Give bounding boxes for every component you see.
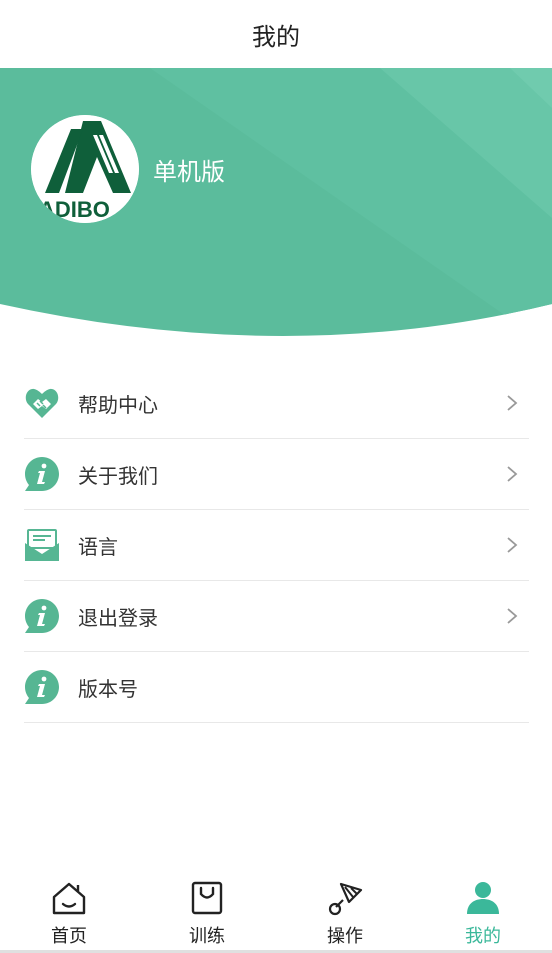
home-icon — [52, 882, 86, 915]
bag-icon — [191, 881, 223, 915]
handshake-heart-icon — [24, 385, 60, 421]
menu-item-language[interactable]: 语言 — [24, 510, 529, 581]
chevron-right-icon — [507, 608, 518, 624]
info-bubble-icon — [24, 456, 60, 492]
svg-text:ADIBO: ADIBO — [39, 197, 110, 222]
bottom-tab-bar: 首页 训练 操作 我的 — [0, 868, 552, 953]
profile-info[interactable]: ADIBO 单机版 — [31, 115, 225, 223]
menu-item-version[interactable]: 版本号 — [24, 652, 529, 723]
profile-header: ADIBO 单机版 — [0, 68, 552, 348]
app-screen: 我的 ADIBO 单机版 帮助中心 关于我们 语言 退出登录 版本号 首页 训练… — [0, 0, 552, 953]
chevron-right-icon — [507, 537, 518, 553]
tab-label: 首页 — [51, 926, 87, 947]
menu-item-about-us[interactable]: 关于我们 — [24, 439, 529, 510]
tab-label: 我的 — [465, 926, 501, 947]
tab-label: 操作 — [327, 926, 363, 947]
adibo-logo: ADIBO — [31, 115, 139, 223]
title-bar: 我的 — [0, 0, 552, 68]
menu-item-label: 语言 — [78, 534, 118, 559]
menu-item-help-center[interactable]: 帮助中心 — [24, 368, 529, 439]
menu-item-label: 退出登录 — [78, 605, 158, 630]
envelope-message-icon — [24, 527, 60, 563]
tab-training[interactable]: 训练 — [138, 868, 276, 953]
chevron-right-icon — [507, 395, 518, 411]
tab-operation[interactable]: 操作 — [276, 868, 414, 953]
username: 单机版 — [153, 157, 225, 186]
tab-label: 训练 — [189, 926, 225, 947]
menu-item-logout[interactable]: 退出登录 — [24, 581, 529, 652]
menu-item-label: 版本号 — [78, 676, 138, 701]
chevron-right-icon — [507, 466, 518, 482]
shuttlecock-icon — [328, 882, 363, 916]
avatar[interactable]: ADIBO — [31, 115, 139, 223]
tab-mine[interactable]: 我的 — [414, 868, 552, 953]
user-icon — [467, 882, 499, 914]
page-title: 我的 — [252, 22, 300, 51]
menu-item-label: 帮助中心 — [78, 392, 158, 417]
settings-menu: 帮助中心 关于我们 语言 退出登录 版本号 — [24, 368, 529, 723]
info-bubble-icon — [24, 669, 60, 705]
info-bubble-icon — [24, 598, 60, 634]
menu-item-label: 关于我们 — [78, 463, 158, 488]
tab-home[interactable]: 首页 — [0, 868, 138, 953]
